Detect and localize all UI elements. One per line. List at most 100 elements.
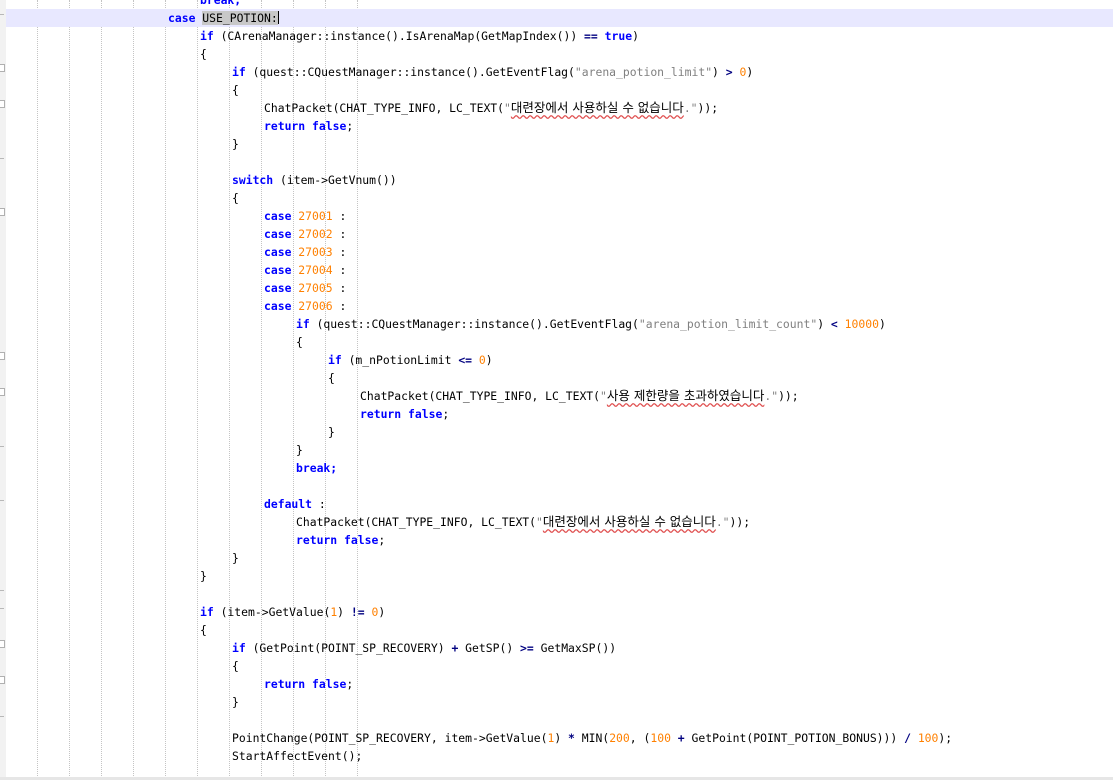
korean-string-token: 대련장에서 사용하실 수 없습니다 <box>510 100 684 115</box>
code-line[interactable]: case 27003 : <box>0 243 1113 261</box>
code-token: { <box>296 335 303 349</box>
code-text: break; <box>200 0 241 9</box>
code-text: case 27001 : <box>264 207 346 225</box>
code-token: ) <box>817 317 831 331</box>
code-line[interactable]: break; <box>0 0 1113 9</box>
code-text: return false; <box>264 675 353 693</box>
code-line[interactable] <box>0 153 1113 171</box>
code-line[interactable]: break; <box>0 459 1113 477</box>
code-line[interactable]: } <box>0 567 1113 585</box>
code-token: StartAffectEvent(); <box>232 749 363 763</box>
code-line[interactable]: if (quest::CQuestManager::instance().Get… <box>0 315 1113 333</box>
code-token: )); <box>729 515 751 529</box>
code-line[interactable]: { <box>0 657 1113 675</box>
code-line[interactable]: return false; <box>0 675 1113 693</box>
fold-line-tick <box>0 14 4 15</box>
code-token: == <box>584 29 598 43</box>
code-line[interactable] <box>0 585 1113 603</box>
code-token: GetSP() <box>458 641 521 655</box>
code-token: false <box>312 119 347 133</box>
code-token: { <box>328 371 335 385</box>
code-token: ChatPacket(CHAT_TYPE_INFO, LC_TEXT( <box>296 515 537 529</box>
code-line[interactable]: case 27006 : <box>0 297 1113 315</box>
code-token: : <box>332 245 347 259</box>
code-text: } <box>200 567 207 585</box>
code-token: ) <box>746 65 754 79</box>
code-line[interactable]: return false; <box>0 531 1113 549</box>
code-line[interactable]: } <box>0 423 1113 441</box>
code-line[interactable]: ChatPacket(CHAT_TYPE_INFO, LC_TEXT("대련장에… <box>0 513 1113 531</box>
code-token: true <box>604 29 633 43</box>
code-token: )); <box>697 101 719 115</box>
code-text: { <box>232 81 239 99</box>
code-token: ) <box>378 605 386 619</box>
code-line[interactable]: StartAffectEvent(); <box>0 747 1113 765</box>
current-code-line[interactable]: case USE_POTION: <box>6 9 1113 27</box>
code-editor[interactable]: break; case USE_POTION: if (CArenaManager:… <box>0 0 1113 780</box>
code-line[interactable]: case 27002 : <box>0 225 1113 243</box>
code-line[interactable]: PointChange(POINT_SP_RECOVERY, item->Get… <box>0 729 1113 747</box>
code-token: } <box>200 569 207 583</box>
code-token: > <box>725 65 733 79</box>
code-line[interactable]: { <box>0 189 1113 207</box>
code-line[interactable]: if (quest::CQuestManager::instance().Get… <box>0 63 1113 81</box>
code-token: break; <box>296 461 338 475</box>
code-line[interactable] <box>0 477 1113 495</box>
code-line[interactable]: case 27005 : <box>0 279 1113 297</box>
code-token: ) <box>712 65 726 79</box>
code-line[interactable]: { <box>0 333 1113 351</box>
code-token: : <box>312 497 326 511</box>
code-line[interactable]: return false; <box>0 405 1113 423</box>
code-line[interactable]: } <box>0 693 1113 711</box>
code-line[interactable]: case 27001 : <box>0 207 1113 225</box>
code-text: switch (item->GetVnum()) <box>232 171 397 189</box>
code-token: ) <box>337 605 351 619</box>
code-text: { <box>296 333 303 351</box>
code-token: "arena_potion_limit_count" <box>638 317 818 331</box>
code-token: 27006 <box>298 299 333 313</box>
code-token: >= <box>520 641 534 655</box>
code-token: ) <box>878 317 886 331</box>
code-text: if (quest::CQuestManager::instance().Get… <box>296 315 886 333</box>
code-line[interactable]: return false; <box>0 117 1113 135</box>
code-token: : <box>332 281 347 295</box>
code-token: ." <box>764 389 779 403</box>
code-line[interactable]: ChatPacket(CHAT_TYPE_INFO, LC_TEXT("대련장에… <box>0 99 1113 117</box>
code-token: ." <box>683 101 698 115</box>
code-line[interactable]: case 27004 : <box>0 261 1113 279</box>
code-line[interactable]: default : <box>0 495 1113 513</box>
code-line[interactable] <box>0 711 1113 729</box>
code-line[interactable]: if (m_nPotionLimit <= 0) <box>0 351 1113 369</box>
code-line[interactable]: if (item->GetValue(1) != 0) <box>0 603 1113 621</box>
code-line[interactable]: { <box>0 621 1113 639</box>
code-token: { <box>200 47 207 61</box>
code-token: { <box>232 659 239 673</box>
code-line[interactable]: { <box>0 369 1113 387</box>
code-text: break; <box>296 459 337 477</box>
code-line[interactable]: ChatPacket(CHAT_TYPE_INFO, LC_TEXT("사용 제… <box>0 387 1113 405</box>
code-token: (quest::CQuestManager::instance().GetEve… <box>309 317 639 331</box>
code-token: false <box>408 407 443 421</box>
code-text: } <box>232 693 239 711</box>
code-token: ; <box>442 407 450 421</box>
code-token: false <box>344 533 379 547</box>
code-token: 27001 <box>298 209 333 223</box>
code-line[interactable]: if (CArenaManager::instance().IsArenaMap… <box>0 27 1113 45</box>
code-token: / <box>904 731 911 745</box>
code-line[interactable]: } <box>0 135 1113 153</box>
code-token: false <box>312 677 347 691</box>
code-line[interactable]: } <box>0 441 1113 459</box>
code-text: { <box>200 621 207 639</box>
code-line[interactable]: { <box>0 81 1113 99</box>
code-token: return <box>264 677 306 691</box>
code-line[interactable]: switch (item->GetVnum()) <box>0 171 1113 189</box>
code-line[interactable]: { <box>0 45 1113 63</box>
code-token: if <box>200 29 214 43</box>
code-token: 27005 <box>298 281 333 295</box>
code-token: 200 <box>609 731 630 745</box>
code-line[interactable]: } <box>0 549 1113 567</box>
code-token: ) <box>485 353 493 367</box>
code-line[interactable]: if (GetPoint(POINT_SP_RECOVERY) + GetSP(… <box>0 639 1113 657</box>
korean-string-token: 사용 제한량을 초과하였습니다 <box>606 388 765 403</box>
code-text: { <box>200 45 207 63</box>
